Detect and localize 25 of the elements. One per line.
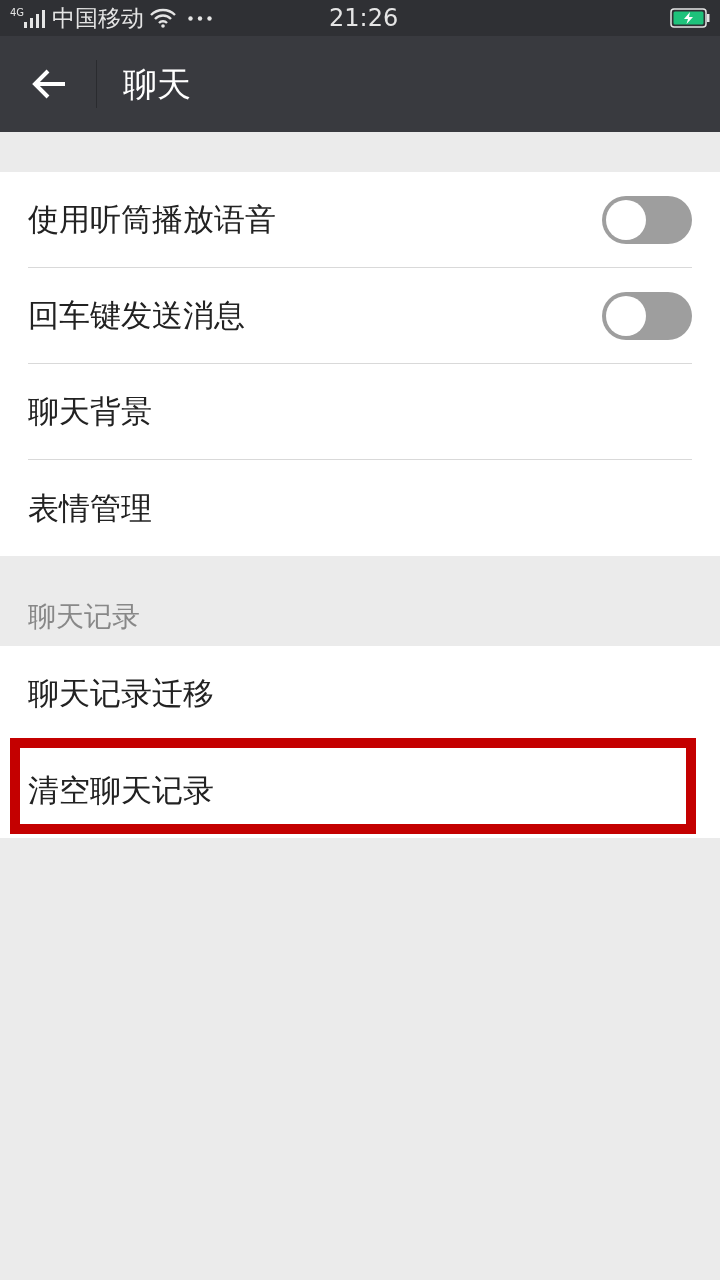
settings-row[interactable]: 使用听筒播放语音: [28, 172, 692, 268]
network-type: 4G: [10, 8, 25, 18]
row-label: 回车键发送消息: [28, 300, 245, 331]
clock-time: 21:26: [329, 6, 399, 30]
back-button[interactable]: [32, 68, 66, 100]
battery-charging-icon: [670, 8, 710, 28]
settings-row[interactable]: 回车键发送消息: [28, 268, 692, 364]
back-arrow-icon: [32, 68, 66, 100]
row-label: 清空聊天记录: [28, 774, 214, 806]
toggle-switch[interactable]: [602, 291, 692, 340]
row-label: 使用听筒播放语音: [28, 204, 276, 235]
signal-icon: [24, 10, 47, 28]
settings-row[interactable]: 聊天记录迁移: [28, 646, 692, 742]
section-title: 聊天记录: [28, 603, 140, 631]
settings-row[interactable]: 清空聊天记录: [28, 742, 692, 838]
more-dots-icon: [188, 15, 213, 21]
toggle-switch[interactable]: [602, 195, 692, 244]
row-label: 表情管理: [28, 492, 152, 524]
settings-row[interactable]: 表情管理: [28, 460, 692, 556]
settings-row[interactable]: 聊天背景: [28, 364, 692, 460]
page-title: 聊天: [123, 67, 191, 101]
wifi-icon: [150, 8, 177, 28]
row-label: 聊天记录迁移: [28, 678, 214, 709]
row-label: 聊天背景: [28, 396, 152, 427]
carrier-name: 中国移动: [52, 6, 145, 30]
